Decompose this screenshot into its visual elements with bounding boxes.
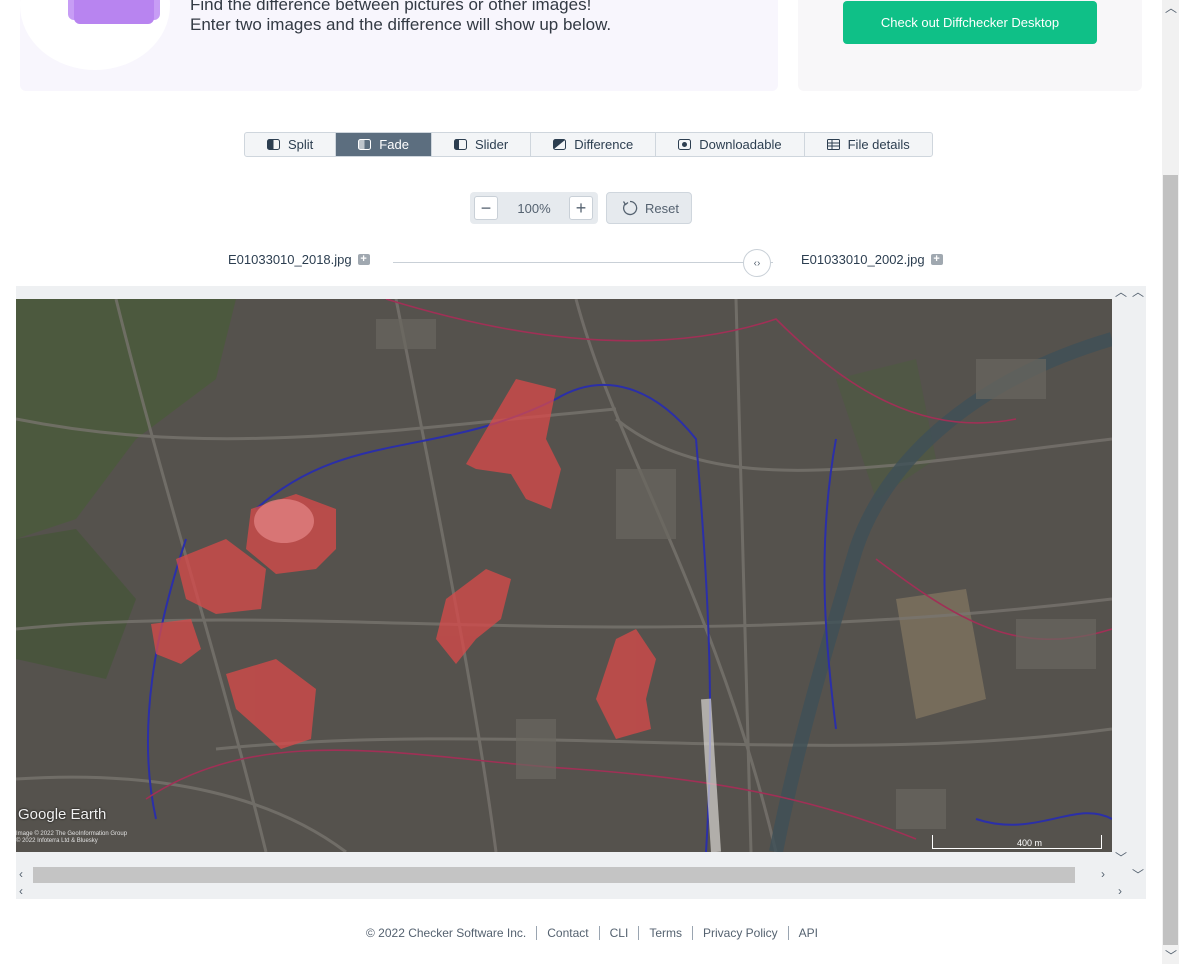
- add-file-icon[interactable]: +: [930, 254, 943, 265]
- footer-divider: [598, 926, 600, 940]
- tab-file-details[interactable]: File details: [805, 133, 932, 156]
- footer-link-contact[interactable]: Contact: [547, 926, 588, 940]
- code-arrows-icon: ‹›: [753, 257, 761, 269]
- difference-icon: [553, 139, 567, 150]
- hero-description: Find the difference between pictures or …: [190, 0, 611, 35]
- copyright: © 2022 Checker Software Inc.: [366, 926, 527, 940]
- satellite-map-drawing: [16, 299, 1112, 852]
- google-earth-logo: Google Earth: [18, 806, 107, 823]
- left-file-name: E01033010_2018.jpg: [228, 252, 352, 267]
- tab-fade-label: Fade: [379, 137, 409, 152]
- footer-divider: [691, 926, 693, 940]
- fade-slider-track[interactable]: [393, 262, 773, 263]
- desktop-promo-panel: Check out Diffchecker Desktop: [798, 0, 1142, 91]
- hero-line-1: Find the difference between pictures or …: [190, 0, 592, 14]
- scroll-right-icon[interactable]: ›: [1118, 885, 1122, 897]
- footer-link-cli[interactable]: CLI: [610, 926, 629, 940]
- reset-icon: [622, 200, 638, 216]
- tab-difference-label: Difference: [574, 137, 634, 152]
- footer-divider: [787, 926, 789, 940]
- split-icon: [267, 139, 280, 150]
- scroll-down-icon[interactable]: ﹀: [1132, 869, 1144, 881]
- zoom-in-button[interactable]: +: [569, 196, 593, 220]
- reset-label: Reset: [645, 200, 679, 216]
- page-scrollbar-thumb[interactable]: [1163, 175, 1178, 945]
- tab-slider[interactable]: Slider: [432, 133, 532, 156]
- hero-line-2: Enter two images and the difference will…: [190, 15, 612, 34]
- satellite-image: [16, 299, 1112, 852]
- file-details-icon: [826, 139, 840, 150]
- tab-file-details-label: File details: [847, 137, 910, 152]
- image-icon: [68, 0, 160, 24]
- footer: © 2022 Checker Software Inc. Contact CLI…: [366, 926, 818, 940]
- zoom-out-button[interactable]: −: [474, 196, 498, 220]
- footer-divider: [638, 926, 640, 940]
- fade-slider-handle[interactable]: ‹›: [743, 249, 771, 277]
- reset-zoom-button[interactable]: Reset: [606, 192, 692, 224]
- footer-divider: [536, 926, 538, 940]
- right-file: E01033010_2002.jpg +: [801, 252, 943, 267]
- scroll-down-icon[interactable]: ﹀: [1115, 852, 1127, 864]
- tab-fade[interactable]: Fade: [336, 133, 432, 156]
- view-mode-tabs: Split Fade Slider Difference Downloadabl…: [244, 132, 933, 157]
- slider-icon: [453, 139, 467, 150]
- tab-split[interactable]: Split: [245, 133, 337, 156]
- scroll-up-icon[interactable]: ︿: [1115, 286, 1127, 298]
- diffchecker-desktop-button[interactable]: Check out Diffchecker Desktop: [843, 1, 1097, 44]
- footer-link-privacy-policy[interactable]: Privacy Policy: [703, 926, 778, 940]
- fade-icon: [358, 139, 372, 150]
- plus-icon: +: [575, 198, 587, 218]
- zoom-level: 100%: [517, 201, 551, 216]
- tab-downloadable-label: Downloadable: [699, 137, 782, 152]
- footer-link-api[interactable]: API: [799, 926, 818, 940]
- page-scroll-down-icon[interactable]: ﹀: [1165, 950, 1177, 962]
- minus-icon: −: [480, 198, 492, 218]
- imagery-credit: Image © 2022 The GeoInformation Group © …: [16, 831, 176, 845]
- tab-difference[interactable]: Difference: [531, 133, 657, 156]
- credit-line-1: Image © 2022 The GeoInformation Group: [16, 831, 128, 837]
- scroll-up-icon[interactable]: ︿: [1132, 286, 1144, 298]
- add-file-icon[interactable]: +: [357, 254, 370, 265]
- scroll-left-icon[interactable]: ‹: [19, 868, 23, 880]
- tab-split-label: Split: [288, 137, 314, 152]
- credit-line-2: © 2022 Infoterra Ltd & Bluesky: [16, 838, 98, 844]
- left-file: E01033010_2018.jpg +: [228, 252, 370, 267]
- page-scroll-up-icon[interactable]: ︿: [1165, 2, 1177, 14]
- right-file-name: E01033010_2002.jpg: [801, 252, 925, 267]
- scroll-left-icon[interactable]: ‹: [19, 885, 23, 897]
- footer-link-terms[interactable]: Terms: [649, 926, 682, 940]
- download-icon: [678, 139, 692, 150]
- horizontal-scrollbar-thumb[interactable]: [33, 867, 1075, 883]
- tab-downloadable[interactable]: Downloadable: [656, 133, 805, 156]
- map-scale-label: 400 m: [1017, 838, 1043, 848]
- tab-slider-label: Slider: [474, 137, 509, 152]
- zoom-control: − 100% +: [470, 192, 598, 224]
- scroll-right-icon[interactable]: ›: [1101, 868, 1105, 880]
